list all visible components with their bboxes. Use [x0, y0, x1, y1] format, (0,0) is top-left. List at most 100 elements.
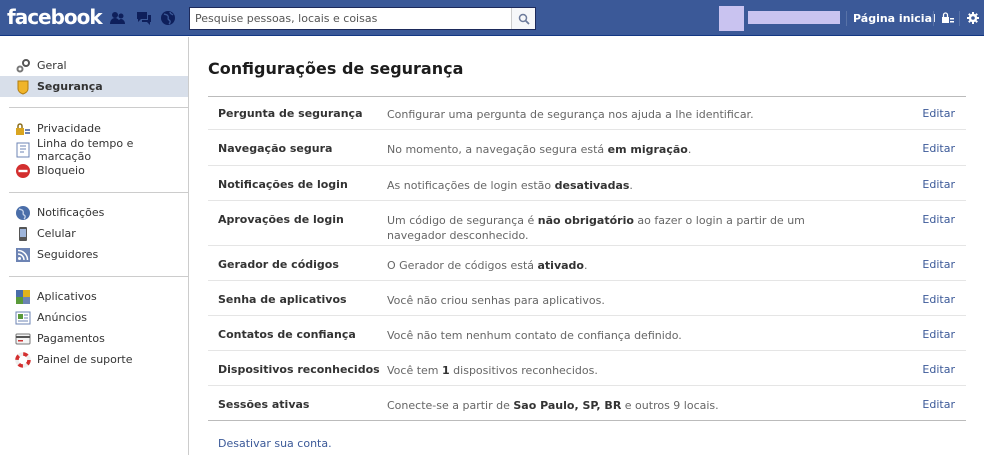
profile-name-link[interactable] — [748, 11, 840, 24]
sidebar-item-label: Segurança — [37, 80, 103, 93]
home-link[interactable]: Página inicial — [853, 12, 936, 25]
sidebar-item-label: Linha do tempo e marcação — [37, 136, 134, 163]
sidebar-item-seguranca[interactable]: Segurança — [0, 76, 188, 97]
apps-cube-icon — [15, 289, 31, 305]
sidebar-group-account: Geral Segurança — [0, 55, 188, 97]
globe-icon — [15, 205, 31, 221]
setting-label: Contatos de confiança — [218, 328, 356, 341]
setting-description-text: . — [629, 179, 633, 192]
edit-link[interactable]: Editar — [922, 213, 955, 226]
setting-label: Notificações de login — [218, 178, 348, 191]
friend-requests-icon[interactable] — [110, 10, 126, 26]
settings-gear-icon[interactable] — [966, 11, 980, 25]
edit-link[interactable]: Editar — [922, 293, 955, 306]
edit-link[interactable]: Editar — [922, 142, 955, 155]
setting-description-text: Você não criou senhas para aplicativos. — [387, 294, 605, 307]
setting-status-value: 1 — [442, 364, 450, 377]
settings-row[interactable]: Aprovações de login Um código de seguranç… — [208, 201, 966, 246]
setting-description-text: Conecte-se a partir de — [387, 399, 514, 412]
setting-description-text: Você não tem nenhum contato de confiança… — [387, 329, 682, 342]
edit-link[interactable]: Editar — [922, 363, 955, 376]
settings-row[interactable]: Pergunta de segurança Configurar uma perg… — [208, 97, 966, 130]
setting-description-text: . — [583, 259, 588, 272]
sidebar-item-label: Notificações — [37, 206, 105, 219]
setting-description-text: As notificações de login estão — [387, 179, 555, 192]
setting-description: Conecte-se a partir de Sao Paulo, SP, BR… — [387, 398, 857, 413]
mobile-phone-icon — [15, 226, 31, 242]
sidebar-item-anuncios[interactable]: Anúncios — [0, 307, 188, 328]
sidebar-divider — [9, 276, 188, 277]
divider — [846, 11, 847, 26]
avatar[interactable] — [719, 6, 744, 31]
messages-icon[interactable] — [136, 10, 152, 26]
sidebar-item-seguidores[interactable]: Seguidores — [0, 244, 188, 265]
block-icon — [15, 163, 31, 179]
setting-description: Você não criou senhas para aplicativos. — [387, 293, 857, 308]
settings-row[interactable]: Navegação segura No momento, a navegação … — [208, 130, 966, 166]
setting-status-value: desativadas — [554, 179, 630, 192]
sidebar-item-label: Painel de suporte — [37, 353, 133, 366]
sidebar-item-aplicativos[interactable]: Aplicativos — [0, 286, 188, 307]
sidebar-group-notifications: Notificações Celular Seguidores — [0, 202, 188, 265]
setting-description: Configurar uma pergunta de segurança nos… — [387, 107, 857, 122]
setting-description-text: e outros 9 locais. — [621, 399, 719, 412]
setting-description-text: Você tem — [387, 364, 443, 377]
settings-sidebar: Geral Segurança Privacidade Linha do tem… — [0, 37, 189, 455]
edit-link[interactable]: Editar — [922, 107, 955, 120]
setting-description: O Gerador de códigos está ativado. — [387, 258, 857, 273]
sidebar-item-pagamentos[interactable]: Pagamentos — [0, 328, 188, 349]
rss-icon — [15, 247, 31, 263]
setting-description-text: No momento, a navegação segura está — [387, 143, 608, 156]
search-icon — [518, 13, 530, 25]
sidebar-item-label: Celular — [37, 227, 76, 240]
sidebar-divider — [9, 107, 188, 108]
setting-label: Dispositivos reconhecidos — [218, 363, 380, 376]
sidebar-item-label: Geral — [37, 59, 67, 72]
security-settings-table: Pergunta de segurança Configurar uma perg… — [208, 96, 966, 421]
privacy-lock-icon — [15, 121, 31, 137]
search-input[interactable] — [190, 8, 510, 29]
privacy-lock-icon[interactable] — [941, 11, 955, 25]
sidebar-item-celular[interactable]: Celular — [0, 223, 188, 244]
settings-row[interactable]: Dispositivos reconhecidos Você tem 1 disp… — [208, 351, 966, 386]
edit-link[interactable]: Editar — [922, 398, 955, 411]
setting-label: Aprovações de login — [218, 213, 344, 226]
sidebar-item-label: Bloqueio — [37, 164, 85, 177]
sidebar-item-geral[interactable]: Geral — [0, 55, 188, 76]
facebook-logo[interactable]: facebook — [7, 5, 103, 29]
settings-row[interactable]: Sessões ativas Conecte-se a partir de Sao… — [208, 386, 966, 421]
setting-status-value: ativado — [537, 259, 584, 272]
settings-row[interactable]: Notificações de login As notificações de … — [208, 166, 966, 201]
sidebar-item-painel-de-suporte[interactable]: Painel de suporte — [0, 349, 188, 370]
setting-status-value: Sao Paulo, SP, BR — [513, 399, 622, 412]
sidebar-item-notificacoes[interactable]: Notificações — [0, 202, 188, 223]
ads-icon — [15, 310, 31, 326]
setting-description: Um código de segurança é não obrigatório… — [387, 213, 857, 243]
page-title: Configurações de segurança — [208, 59, 464, 78]
edit-link[interactable]: Editar — [922, 258, 955, 271]
setting-label: Gerador de códigos — [218, 258, 339, 271]
setting-description-text: dispositivos reconhecidos. — [449, 364, 598, 377]
setting-description-text: . — [687, 143, 692, 156]
top-bar: facebook Página inicial — [0, 0, 984, 36]
notifications-globe-icon[interactable] — [160, 10, 176, 26]
setting-description-text: Configurar uma pergunta de segurança nos… — [387, 108, 754, 121]
timeline-icon — [15, 142, 31, 158]
settings-row[interactable]: Senha de aplicativos Você não criou senha… — [208, 281, 966, 316]
settings-row[interactable]: Contatos de confiança Você não tem nenhum… — [208, 316, 966, 351]
lifebuoy-icon — [15, 351, 31, 368]
settings-row[interactable]: Gerador de códigos O Gerador de códigos e… — [208, 246, 966, 281]
edit-link[interactable]: Editar — [922, 178, 955, 191]
gears-icon — [15, 58, 31, 74]
deactivate-account-link[interactable]: Desativar sua conta. — [218, 437, 332, 450]
sidebar-item-label: Seguidores — [37, 248, 99, 261]
sidebar-item-bloqueio[interactable]: Bloqueio — [0, 160, 188, 181]
credit-card-icon — [15, 331, 31, 347]
search-button[interactable] — [511, 8, 535, 29]
edit-link[interactable]: Editar — [922, 328, 955, 341]
setting-description: No momento, a navegação segura está em m… — [387, 142, 857, 157]
sidebar-group-privacy: Privacidade Linha do tempo e marcação Bl… — [0, 118, 188, 181]
setting-description: Você tem 1 dispositivos reconhecidos. — [387, 363, 857, 378]
sidebar-item-linha-do-tempo[interactable]: Linha do tempo e marcação — [0, 136, 188, 163]
security-badge-icon — [15, 79, 31, 95]
